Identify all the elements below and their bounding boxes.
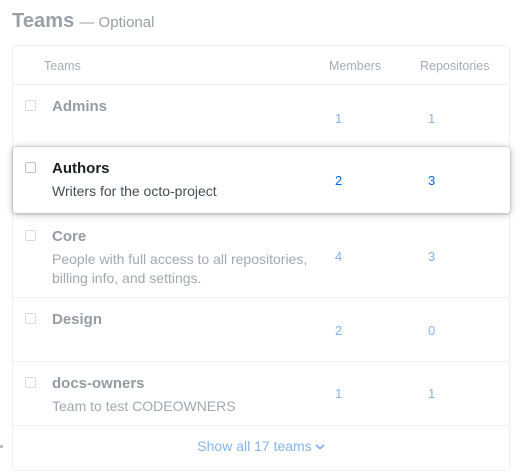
column-header-members: Members <box>329 59 382 73</box>
chevron-down-icon <box>315 439 325 455</box>
team-repositories-count[interactable]: 3 <box>428 173 435 188</box>
table-footer: Show all 17 teams <box>13 425 509 472</box>
team-checkbox[interactable] <box>25 162 36 173</box>
column-header-repositories: Repositories <box>420 59 490 73</box>
team-name: Design <box>52 311 103 328</box>
team-name: docs-owners <box>52 375 145 392</box>
team-row-highlighted[interactable]: Authors Writers for the octo-project 2 3 <box>13 147 510 213</box>
team-checkbox[interactable] <box>25 377 36 388</box>
show-all-teams-label: Show all 17 teams <box>197 438 312 454</box>
team-members-count[interactable]: 2 <box>335 173 342 188</box>
team-name: Authors <box>52 160 110 177</box>
team-repositories-count[interactable]: 1 <box>428 111 435 126</box>
teams-table: Teams Members Repositories Admins 1 1 Co… <box>12 45 510 471</box>
team-members-count[interactable]: 1 <box>335 386 342 401</box>
team-row[interactable]: Admins 1 1 <box>13 84 509 148</box>
show-all-teams-link[interactable]: Show all 17 teams <box>197 438 325 455</box>
team-repositories-count[interactable]: 0 <box>428 323 435 338</box>
team-repositories-count[interactable]: 3 <box>428 249 435 264</box>
team-members-count[interactable]: 1 <box>335 111 342 126</box>
column-header-teams: Teams <box>44 59 81 73</box>
team-name: Admins <box>52 98 108 115</box>
team-name: Core <box>52 228 87 245</box>
team-row[interactable]: Core People with full access to all repo… <box>13 214 509 297</box>
team-row[interactable]: Design 2 0 <box>13 297 509 361</box>
team-description: Writers for the octo-project <box>52 183 217 199</box>
edge-dot <box>0 445 3 448</box>
team-checkbox[interactable] <box>25 230 36 241</box>
team-members-count[interactable]: 2 <box>335 323 342 338</box>
section-heading: Teams — Optional <box>12 10 154 33</box>
team-checkbox[interactable] <box>25 313 36 324</box>
team-checkbox[interactable] <box>25 100 36 111</box>
team-description: Team to test CODEOWNERS <box>52 398 236 414</box>
team-repositories-count[interactable]: 1 <box>428 386 435 401</box>
optional-label: — Optional <box>79 14 155 31</box>
section-title: Teams <box>12 10 75 32</box>
team-members-count[interactable]: 4 <box>335 249 342 264</box>
team-row[interactable]: docs-owners Team to test CODEOWNERS 1 1 <box>13 361 509 425</box>
team-description: People with full access to all repositor… <box>52 251 308 286</box>
